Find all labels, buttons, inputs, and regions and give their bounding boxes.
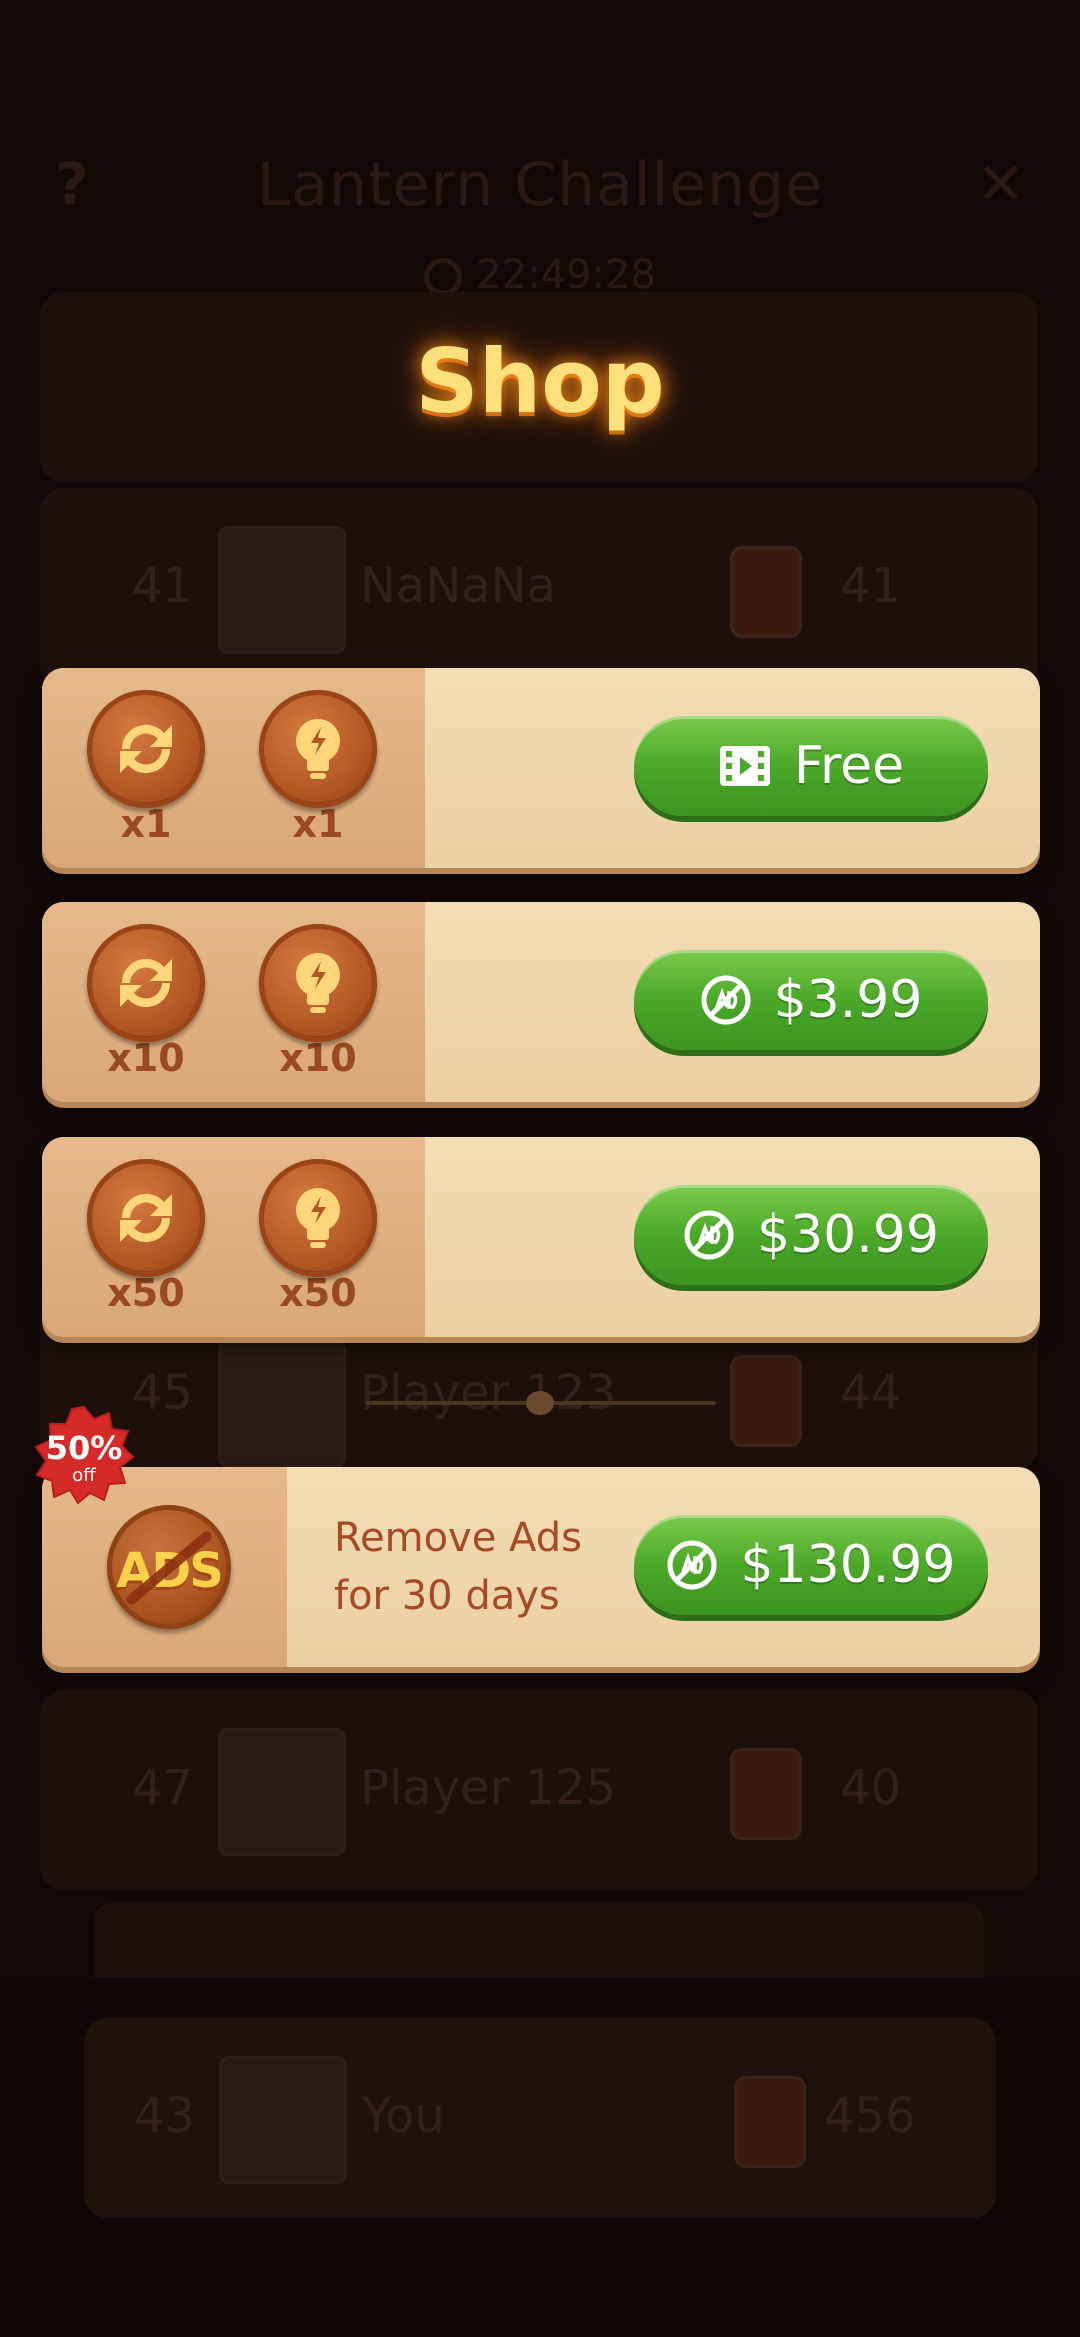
- avatar: [218, 1340, 346, 1468]
- lantern-icon: [730, 1748, 802, 1840]
- shop-title: Shop: [415, 330, 665, 433]
- lightbulb-icon: [259, 690, 377, 808]
- row-score: 41: [840, 558, 902, 614]
- row-rank: 41: [132, 558, 194, 614]
- hint-item: x1: [256, 690, 380, 846]
- no-ads-icon: [666, 1539, 718, 1591]
- buy-pack-button[interactable]: $3.99: [634, 950, 988, 1050]
- shop-pack-card: x1 x1 Free: [42, 668, 1040, 868]
- shuffle-quantity: x50: [107, 1271, 185, 1315]
- close-icon: ✕: [976, 150, 1025, 218]
- row-rank: 47: [132, 1760, 194, 1816]
- shuffle-item: x1: [84, 690, 208, 846]
- challenge-title: Lantern Challenge: [256, 150, 824, 220]
- shuffle-item: x50: [84, 1159, 208, 1315]
- leaderboard-row: 47 Player 125 40: [40, 1690, 1038, 1890]
- leaderboard-row: [94, 1902, 984, 1978]
- shuffle-quantity: x1: [120, 802, 172, 846]
- remove-ads-card: ADS Remove Ads for 30 days $130.99: [42, 1467, 1040, 1667]
- discount-percent: 50%: [45, 1429, 123, 1467]
- row-rank: 45: [132, 1365, 194, 1421]
- shop-pack-card: x10 x10 $3.99: [42, 902, 1040, 1102]
- hint-quantity: x50: [279, 1271, 357, 1315]
- price-label: $130.99: [740, 1535, 956, 1595]
- row-score: 44: [840, 1365, 902, 1421]
- lantern-icon: [730, 1355, 802, 1447]
- row-player-name: You: [362, 2088, 445, 2144]
- buy-pack-button[interactable]: $30.99: [634, 1185, 988, 1285]
- remove-ads-description: Remove Ads for 30 days: [334, 1509, 634, 1625]
- no-ads-icon: [683, 1209, 735, 1261]
- hint-quantity: x1: [292, 802, 344, 846]
- lantern-icon: [730, 546, 802, 638]
- row-score: 40: [840, 1760, 902, 1816]
- discount-badge: 50% off: [34, 1405, 134, 1505]
- discount-off-label: off: [72, 1465, 96, 1486]
- price-label: $3.99: [773, 970, 923, 1030]
- shuffle-quantity: x10: [107, 1036, 185, 1080]
- avatar: [218, 526, 346, 654]
- hint-item: x10: [256, 924, 380, 1080]
- lantern-icon: [734, 2076, 806, 2168]
- row-player-name: NaNaNa: [360, 558, 556, 614]
- row-score: 456: [824, 2088, 916, 2144]
- shuffle-icon: [87, 924, 205, 1042]
- remove-ads-line1: Remove Ads: [334, 1515, 582, 1561]
- no-ads-badge-icon: ADS: [107, 1505, 231, 1629]
- my-rank-row: 43 You 456: [84, 2018, 996, 2218]
- remove-ads-buy-button[interactable]: $130.99: [634, 1515, 988, 1615]
- avatar: [218, 1728, 346, 1856]
- shuffle-icon: [87, 690, 205, 808]
- footer: 43 You 456: [0, 1978, 1080, 2337]
- row-player-name: Player 125: [360, 1760, 617, 1816]
- video-icon: [718, 744, 772, 788]
- section-divider: [366, 1391, 716, 1415]
- row-player-name: Player 123: [360, 1365, 617, 1421]
- shuffle-icon: [87, 1159, 205, 1277]
- clock-icon: [424, 258, 463, 296]
- remove-ads-line2: for 30 days: [334, 1573, 560, 1619]
- lightbulb-icon: [259, 924, 377, 1042]
- price-label: $30.99: [757, 1205, 939, 1265]
- no-ads-icon: [700, 974, 752, 1026]
- avatar: [219, 2056, 347, 2184]
- shuffle-item: x10: [84, 924, 208, 1080]
- shop-pack-card: x50 x50 $30.99: [42, 1137, 1040, 1337]
- price-label: Free: [793, 736, 905, 796]
- free-button[interactable]: Free: [634, 716, 988, 816]
- row-rank: 43: [134, 2088, 196, 2144]
- leaderboard-row: 41 NaNaNa 41: [40, 488, 1038, 688]
- hint-item: x50: [256, 1159, 380, 1315]
- hint-quantity: x10: [279, 1036, 357, 1080]
- lightbulb-icon: [259, 1159, 377, 1277]
